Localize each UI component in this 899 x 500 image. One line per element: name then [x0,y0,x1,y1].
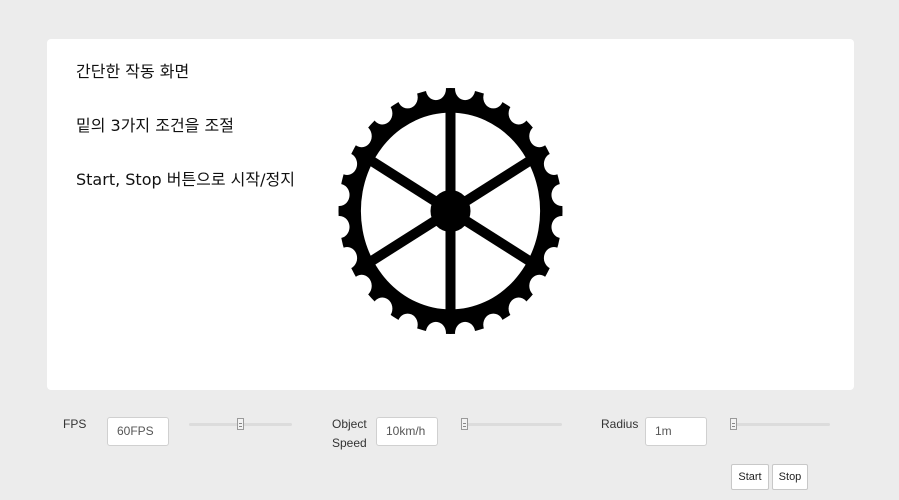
gear-notch [483,87,504,109]
fps-label: FPS [63,417,87,431]
gear-notch [372,297,393,320]
speed-label-line2: Speed [332,436,367,450]
fps-slider-thumb[interactable] [236,418,244,430]
fps-slider[interactable] [189,418,292,430]
gear-notch [529,274,550,297]
gear-notch [508,297,529,320]
gear-notch [351,125,372,148]
speed-input[interactable]: 10km/h [376,417,438,446]
start-button[interactable]: Start [731,464,769,490]
instruction-line-2: 밑의 3가지 조건을 조절 [76,116,234,135]
speed-label-line1: Object [332,417,367,431]
gear-notch [529,125,550,148]
gear-notch [483,313,504,335]
gear-notch [397,313,418,335]
radius-slider-thumb[interactable] [730,418,737,430]
speed-slider-thumb[interactable] [461,418,468,430]
speed-label: Object Speed [332,415,367,453]
gear-notch [351,274,372,297]
radius-slider-track [730,423,830,426]
radius-input[interactable]: 1m [645,417,707,446]
instruction-line-3: Start, Stop 버튼으로 시작/정지 [76,170,295,189]
gear-hub [430,190,471,232]
gear-wheel-icon [338,87,563,335]
radius-slider[interactable] [730,418,830,430]
display-panel: 간단한 작동 화면 밑의 3가지 조건을 조절 Start, Stop 버튼으로… [47,39,854,390]
speed-slider[interactable] [461,418,562,430]
gear-notch [397,87,418,109]
fps-input[interactable]: 60FPS [107,417,169,446]
speed-slider-track [461,423,562,426]
stop-button[interactable]: Stop [772,464,808,490]
gear-notch [508,102,529,125]
radius-label: Radius [601,417,639,431]
gear-notch [372,102,393,125]
instruction-line-1: 간단한 작동 화면 [76,62,190,81]
